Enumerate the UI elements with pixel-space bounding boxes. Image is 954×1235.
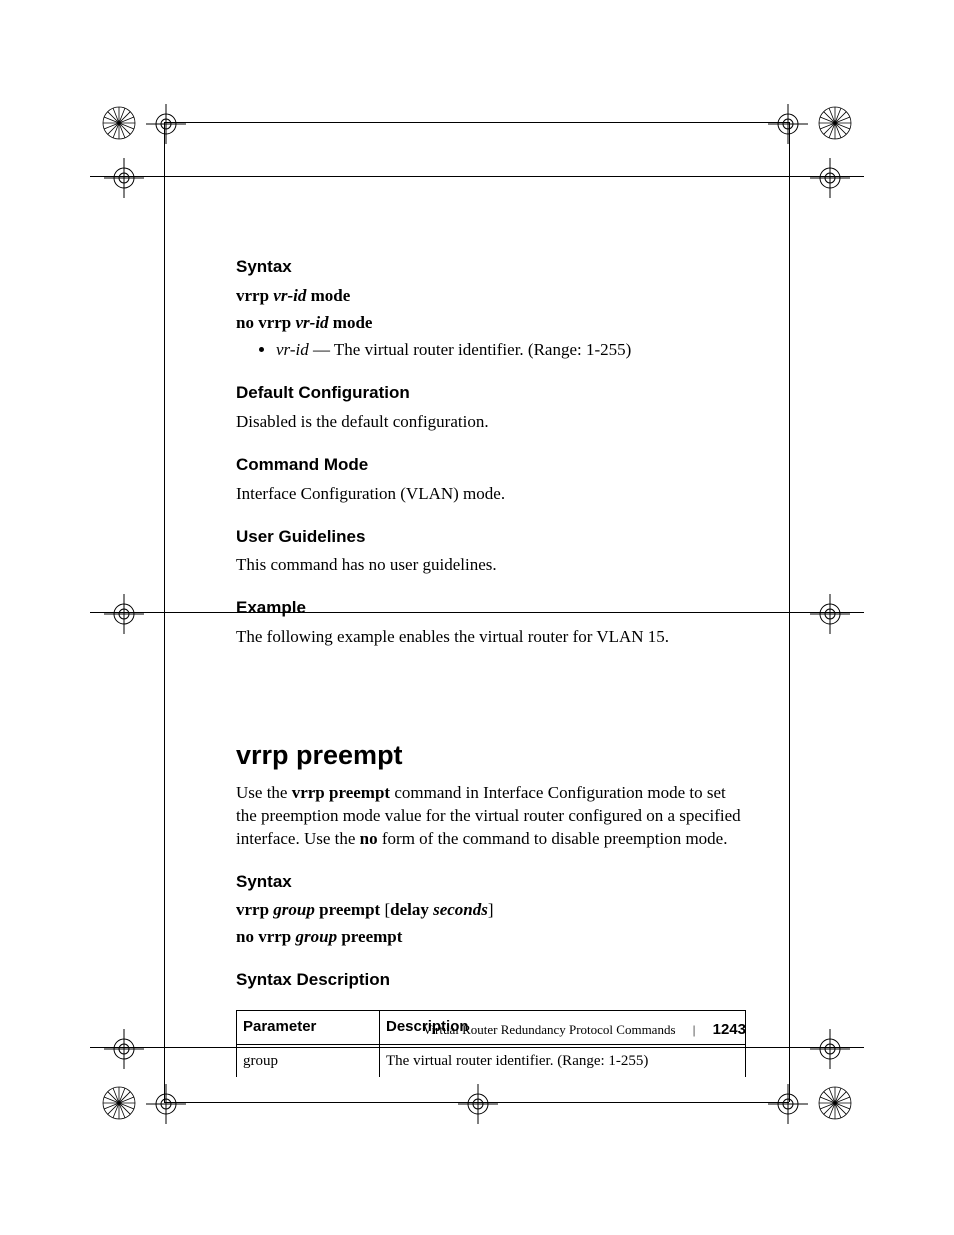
syntax-param: group <box>296 927 338 946</box>
syntax-kw: vrrp <box>236 286 273 305</box>
sunburst-icon <box>818 1086 852 1120</box>
sunburst-icon <box>818 106 852 140</box>
param-item: vr-id — The virtual router identifier. (… <box>276 339 746 362</box>
keyword-no: no <box>360 829 378 848</box>
crop-line <box>789 122 790 1102</box>
text: form of the command to disable preemptio… <box>378 829 728 848</box>
crop-line <box>164 122 789 123</box>
spacer <box>236 653 746 737</box>
registration-mark-icon <box>104 158 144 198</box>
registration-mark-icon <box>768 1084 808 1124</box>
command-intro: Use the vrrp preempt command in Interfac… <box>236 782 746 851</box>
body-text: This command has no user guidelines. <box>236 554 746 577</box>
syntax-kw: mode <box>311 286 351 305</box>
syntax-kw: vrrp <box>236 900 273 919</box>
td-parameter: group <box>237 1044 380 1077</box>
body-text: The following example enables the virtua… <box>236 626 746 649</box>
page-footer: Virtual Router Redundancy Protocol Comma… <box>236 1020 746 1040</box>
text: Use the <box>236 783 292 802</box>
sunburst-icon <box>102 1086 136 1120</box>
heading-user-guidelines: User Guidelines <box>236 526 746 549</box>
footer-separator: | <box>693 1021 696 1039</box>
table-row: group The virtual router identifier. (Ra… <box>237 1044 746 1077</box>
command-name: vrrp preempt <box>292 783 390 802</box>
syntax-line: no vrrp vr-id mode <box>236 312 746 335</box>
syntax-kw: no vrrp <box>236 927 296 946</box>
syntax-kw: mode <box>333 313 373 332</box>
registration-mark-icon <box>104 1029 144 1069</box>
page-number: 1243 <box>713 1021 746 1038</box>
bracket: ] <box>488 900 494 919</box>
param-list: vr-id — The virtual router identifier. (… <box>236 339 746 362</box>
heading-syntax-description: Syntax Description <box>236 969 746 992</box>
content-area: Syntax vrrp vr-id mode no vrrp vr-id mod… <box>236 256 746 1077</box>
param-desc: — The virtual router identifier. (Range:… <box>313 340 631 359</box>
crop-line <box>90 176 864 177</box>
crop-line <box>164 122 165 1102</box>
heading-command-mode: Command Mode <box>236 454 746 477</box>
footer-title: Virtual Router Redundancy Protocol Comma… <box>423 1022 676 1037</box>
registration-mark-icon <box>146 104 186 144</box>
syntax-param: group <box>273 900 315 919</box>
heading-example: Example <box>236 597 746 620</box>
param-name: vr-id <box>276 340 313 359</box>
syntax-param: seconds <box>433 900 488 919</box>
heading-default-config: Default Configuration <box>236 382 746 405</box>
syntax-param: vr-id <box>273 286 310 305</box>
syntax-kw: preempt <box>337 927 402 946</box>
sunburst-icon <box>102 106 136 140</box>
syntax-line: vrrp group preempt [delay seconds] <box>236 899 746 922</box>
body-text: Disabled is the default configuration. <box>236 411 746 434</box>
registration-mark-icon <box>810 1029 850 1069</box>
heading-syntax: Syntax <box>236 871 746 894</box>
body-text: Interface Configuration (VLAN) mode. <box>236 483 746 506</box>
syntax-kw: delay <box>390 900 433 919</box>
registration-mark-icon <box>768 104 808 144</box>
registration-mark-icon <box>810 158 850 198</box>
heading-syntax: Syntax <box>236 256 746 279</box>
command-title: vrrp preempt <box>236 737 746 773</box>
syntax-line: vrrp vr-id mode <box>236 285 746 308</box>
registration-mark-icon <box>810 594 850 634</box>
page: Syntax vrrp vr-id mode no vrrp vr-id mod… <box>0 0 954 1235</box>
syntax-param: vr-id <box>296 313 333 332</box>
syntax-kw: preempt <box>315 900 385 919</box>
registration-mark-icon <box>104 594 144 634</box>
registration-mark-icon <box>458 1084 498 1124</box>
td-description: The virtual router identifier. (Range: 1… <box>380 1044 746 1077</box>
registration-mark-icon <box>146 1084 186 1124</box>
syntax-line: no vrrp group preempt <box>236 926 746 949</box>
syntax-kw: no vrrp <box>236 313 296 332</box>
